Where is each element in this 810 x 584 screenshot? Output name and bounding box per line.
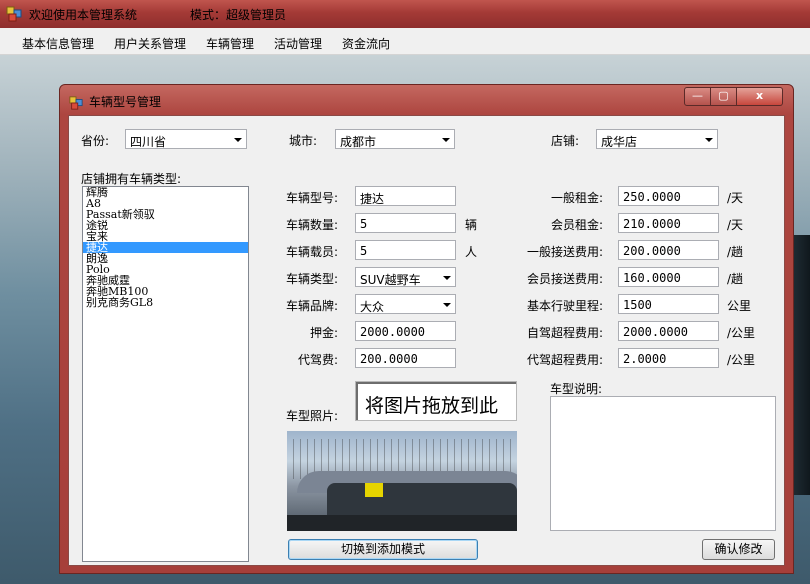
chevron-down-icon [442,138,450,142]
quantity-value: 5 [360,217,368,231]
member-pickup-input[interactable]: 160.0000 [618,267,719,287]
chevron-down-icon [705,138,713,142]
app-icon [6,6,22,22]
member-pickup-label: 会员接送费用: [527,272,604,286]
model-label: 车辆型号: [286,191,339,205]
maximize-button[interactable]: ▢ [711,87,737,106]
deposit-value: 2000.0000 [360,325,426,339]
brand-value: 大众 [360,300,385,314]
seats-value: 5 [360,244,368,258]
normal-rent-unit: /天 [727,191,744,205]
province-value: 四川省 [130,135,167,149]
normal-rent-input[interactable]: 250.0000 [618,186,719,206]
store-select[interactable]: 成华店 [596,129,718,149]
car-type-listbox[interactable]: 辉腾 A8 Passat新领驭 途锐 宝来 捷达 朗逸 Polo 奔驰威霆 奔驰… [82,186,249,562]
base-mileage-input[interactable]: 1500 [618,294,719,314]
confirm-edit-button[interactable]: 确认修改 [702,539,775,560]
base-mileage-unit: 公里 [727,299,752,313]
chevron-down-icon [443,303,451,307]
city-value: 成都市 [340,135,377,149]
menu-activity-management[interactable]: 活动管理 [274,35,322,52]
normal-pickup-value: 200.0000 [623,244,681,258]
chauffeur-over-value: 2.0000 [623,352,667,366]
chevron-down-icon [443,276,451,280]
normal-pickup-input[interactable]: 200.0000 [618,240,719,260]
chauffeur-over-unit: /公里 [727,353,756,367]
car-list-label: 店铺拥有车辆类型: [81,172,182,186]
member-rent-label: 会员租金: [551,218,604,232]
deposit-label: 押金: [310,326,339,340]
driver-fee-input[interactable]: 200.0000 [355,348,456,368]
city-select[interactable]: 成都市 [335,129,455,149]
base-mileage-value: 1500 [623,298,652,312]
close-button[interactable]: x [737,87,783,106]
quantity-unit: 辆 [465,218,478,232]
chevron-down-icon [234,138,242,142]
seats-input[interactable]: 5 [355,240,456,260]
brand-label: 车辆品牌: [286,299,339,313]
normal-rent-label: 一般租金: [551,191,604,205]
province-label: 省份: [81,134,110,148]
menu-fund-flow[interactable]: 资金流向 [342,35,390,52]
member-rent-value: 210.0000 [623,217,681,231]
photo-car-body [287,515,517,531]
self-drive-over-input[interactable]: 2000.0000 [618,321,719,341]
self-drive-over-value: 2000.0000 [623,325,689,339]
member-rent-input[interactable]: 210.0000 [618,213,719,233]
member-pickup-unit: /趟 [727,272,744,286]
member-rent-unit: /天 [727,218,744,232]
driver-fee-label: 代驾费: [298,353,339,367]
app-titlebar: 欢迎使用本管理系统 模式：超级管理员 [0,0,810,28]
description-textarea[interactable] [550,396,776,531]
image-dropzone[interactable]: 将图片拖放到此 [355,381,517,421]
model-input[interactable]: 捷达 [355,186,456,206]
menu-basic-info[interactable]: 基本信息管理 [22,35,94,52]
deposit-input[interactable]: 2000.0000 [355,321,456,341]
vehicle-model-dialog: 车辆型号管理 — ▢ x 省份: 四川省 城市: 成都市 店铺: 成华店 店铺拥… [59,84,794,574]
description-label: 车型说明: [550,382,603,396]
switch-to-add-mode-button[interactable]: 切换到添加模式 [288,539,478,560]
dialog-icon [69,96,83,110]
store-value: 成华店 [601,135,638,149]
normal-pickup-label: 一般接送费用: [527,245,604,259]
type-select[interactable]: SUV越野车 [355,267,456,287]
app-title: 欢迎使用本管理系统 [29,8,138,22]
menu-bar: 基本信息管理 用户关系管理 车辆管理 活动管理 资金流向 [0,28,810,55]
list-item[interactable]: 别克商务GL8 [83,297,248,308]
chauffeur-over-input[interactable]: 2.0000 [618,348,719,368]
province-select[interactable]: 四川省 [125,129,247,149]
self-drive-over-label: 自驾超程费用: [527,326,604,340]
driver-fee-value: 200.0000 [360,352,418,366]
brand-select[interactable]: 大众 [355,294,456,314]
store-label: 店铺: [551,134,580,148]
list-item[interactable]: 辉腾 [83,187,248,198]
menu-vehicle-management[interactable]: 车辆管理 [206,35,254,52]
photo-car-windshield [327,483,517,517]
menu-user-relations[interactable]: 用户关系管理 [114,35,186,52]
normal-pickup-unit: /趟 [727,245,744,259]
seats-unit: 人 [465,245,478,259]
seats-label: 车辆载员: [286,245,339,259]
window-controls: — ▢ x [684,87,783,106]
base-mileage-label: 基本行驶里程: [527,299,604,313]
city-label: 城市: [289,134,318,148]
dialog-title: 车辆型号管理 [89,95,162,109]
member-pickup-value: 160.0000 [623,271,681,285]
car-photo [287,431,517,531]
quantity-input[interactable]: 5 [355,213,456,233]
app-mode-indicator: 模式：超级管理员 [190,8,287,22]
self-drive-over-unit: /公里 [727,326,756,340]
model-value: 捷达 [360,192,385,206]
photo-windshield-tag [365,483,383,497]
dropzone-text: 将图片拖放到此 [365,395,499,417]
type-value: SUV越野车 [360,273,421,287]
photo-label: 车型照片: [286,409,339,423]
minimize-button[interactable]: — [684,87,711,106]
quantity-label: 车辆数量: [286,218,339,232]
type-label: 车辆类型: [286,272,339,286]
dialog-client-area: 省份: 四川省 城市: 成都市 店铺: 成华店 店铺拥有车辆类型: 辉腾 A8 … [68,115,785,566]
normal-rent-value: 250.0000 [623,190,681,204]
chauffeur-over-label: 代驾超程费用: [527,353,604,367]
